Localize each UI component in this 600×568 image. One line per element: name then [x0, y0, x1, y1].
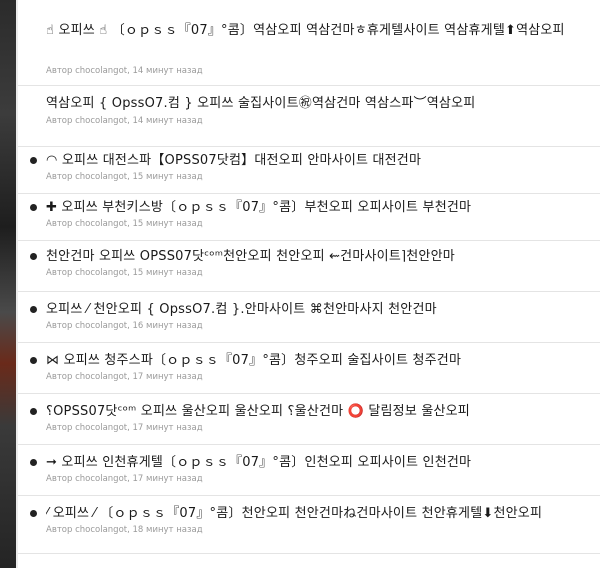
- list-item: ⋈ 오피쓰 청주스파〔ｏｐｓｓ『07』°콤〕청주오피 술집사이트 청주건마 Ав…: [18, 343, 600, 394]
- bullet-icon: [30, 408, 37, 415]
- post-title-link[interactable]: ⸮OPSS07닷ᶜᵒᵐ 오피쓰 울산오피 울산오피 ⸮울산건마 ⭕ 달림정보 울…: [46, 401, 590, 422]
- author-link[interactable]: chocolangot: [75, 423, 127, 433]
- post-time: 17 минут назад: [132, 423, 203, 433]
- author-prefix: Автор: [46, 423, 73, 433]
- post-title-link[interactable]: 천안건마 오피쓰 OPSS07닷ᶜᵒᵐ천안오피 천안오피 ⇜건마사이트⌉천안안마: [46, 246, 590, 267]
- post-title-link[interactable]: ⁄ 오피쓰 ⁄ 〔ｏｐｓｓ『07』°콤〕천안오피 천안건마ね건마사이트 천안휴게…: [46, 503, 590, 524]
- post-title-link[interactable]: 역삼오피 { OpssO7.컴 } 오피쓰 술집사이트㊗역삼건마 역삼스파︶역삼…: [46, 93, 590, 114]
- list-item: ✚ 오피쓰 부천키스방〔ｏｐｓｓ『07』°콤〕부천오피 오피사이트 부천건마 А…: [18, 194, 600, 241]
- author-prefix: Автор: [46, 268, 73, 278]
- bullet-icon: [30, 459, 37, 466]
- post-time: 16 минут назад: [132, 321, 203, 331]
- author-prefix: Автор: [46, 66, 73, 76]
- bullet-icon: [30, 510, 37, 517]
- post-meta: Автор chocolangot, 15 минут назад: [46, 172, 203, 182]
- bullet-icon: [30, 204, 37, 211]
- post-meta: Автор chocolangot, 18 минут назад: [46, 525, 203, 535]
- post-meta: Автор chocolangot, 14 минут назад: [46, 66, 203, 76]
- author-link[interactable]: chocolangot: [75, 268, 127, 278]
- post-meta: Автор chocolangot, 17 минут назад: [46, 423, 203, 433]
- author-link[interactable]: chocolangot: [75, 321, 127, 331]
- list-item: ⸮OPSS07닷ᶜᵒᵐ 오피쓰 울산오피 울산오피 ⸮울산건마 ⭕ 달림정보 울…: [18, 394, 600, 445]
- author-link[interactable]: chocolangot: [75, 66, 127, 76]
- author-link[interactable]: chocolangot: [75, 474, 127, 484]
- post-time: 17 минут назад: [132, 372, 203, 382]
- post-time: 15 минут назад: [132, 268, 203, 278]
- list-item: 역삼오피 { OpssO7.컴 } 오피쓰 술집사이트㊗역삼건마 역삼스파︶역삼…: [18, 86, 600, 147]
- post-title-link[interactable]: ✚ 오피쓰 부천키스방〔ｏｐｓｓ『07』°콤〕부천오피 오피사이트 부천건마: [46, 197, 590, 218]
- author-link[interactable]: chocolangot: [75, 372, 127, 382]
- post-meta: Автор chocolangot, 17 минут назад: [46, 372, 203, 382]
- post-time: 15 минут назад: [132, 172, 203, 182]
- author-link[interactable]: chocolangot: [75, 172, 127, 182]
- author-prefix: Автор: [46, 525, 73, 535]
- list-item: ☝ 오피쓰 ☝ 〔ｏｐｓｓ『07』°콤〕역삼오피 역삼건마ㅎ휴게텔사이트 역삼휴…: [18, 0, 600, 86]
- bullet-icon: [30, 157, 37, 164]
- post-title-link[interactable]: ☝ 오피쓰 ☝ 〔ｏｐｓｓ『07』°콤〕역삼오피 역삼건마ㅎ휴게텔사이트 역삼휴…: [46, 20, 586, 41]
- post-meta: Автор chocolangot, 14 минут назад: [46, 116, 203, 126]
- author-link[interactable]: chocolangot: [75, 525, 127, 535]
- post-meta: Автор chocolangot, 17 минут назад: [46, 474, 203, 484]
- list-item: 천안건마 오피쓰 OPSS07닷ᶜᵒᵐ천안오피 천안오피 ⇜건마사이트⌉천안안마…: [18, 241, 600, 292]
- post-meta: Автор chocolangot, 16 минут назад: [46, 321, 203, 331]
- post-meta: Автор chocolangot, 15 минут назад: [46, 219, 203, 229]
- post-time: 14 минут назад: [132, 66, 203, 76]
- bullet-icon: [30, 253, 37, 260]
- post-time: 14 минут назад: [132, 116, 203, 126]
- post-time: 15 минут назад: [132, 219, 203, 229]
- post-time: 18 минут назад: [132, 525, 203, 535]
- post-title-link[interactable]: ➞ 오피쓰 인천휴게텔〔ｏｐｓｓ『07』°콤〕인천오피 오피사이트 인천건마: [46, 452, 590, 473]
- author-prefix: Автор: [46, 172, 73, 182]
- post-title-link[interactable]: 오피쓰 ⁄ 천안오피 { OpssO7.컴 }.안마사이트 ⌘천안마사지 천안건…: [46, 299, 590, 320]
- author-prefix: Автор: [46, 116, 73, 126]
- post-list: ☝ 오피쓰 ☝ 〔ｏｐｓｓ『07』°콤〕역삼오피 역삼건마ㅎ휴게텔사이트 역삼휴…: [18, 0, 600, 568]
- list-item: ➞ 오피쓰 인천휴게텔〔ｏｐｓｓ『07』°콤〕인천오피 오피사이트 인천건마 А…: [18, 445, 600, 496]
- bullet-icon: [30, 306, 37, 313]
- post-title-link[interactable]: ⋈ 오피쓰 청주스파〔ｏｐｓｓ『07』°콤〕청주오피 술집사이트 청주건마: [46, 350, 590, 371]
- author-prefix: Автор: [46, 372, 73, 382]
- author-link[interactable]: chocolangot: [75, 219, 127, 229]
- author-prefix: Автор: [46, 474, 73, 484]
- author-link[interactable]: chocolangot: [75, 116, 127, 126]
- author-prefix: Автор: [46, 321, 73, 331]
- post-title-link[interactable]: ◠ 오피쓰 대전스파【OPSS07닷컴】대전오피 안마사이트 대전건마: [46, 150, 590, 171]
- background-edge: [0, 0, 16, 568]
- post-time: 17 минут назад: [132, 474, 203, 484]
- list-item: ◠ 오피쓰 대전스파【OPSS07닷컴】대전오피 안마사이트 대전건마 Авто…: [18, 147, 600, 194]
- list-item: 오피쓰 ⁄ 천안오피 { OpssO7.컴 }.안마사이트 ⌘천안마사지 천안건…: [18, 292, 600, 343]
- bullet-icon: [30, 357, 37, 364]
- list-item: ⁄ 오피쓰 ⁄ 〔ｏｐｓｓ『07』°콤〕천안오피 천안건마ね건마사이트 천안휴게…: [18, 496, 600, 554]
- post-meta: Автор chocolangot, 15 минут назад: [46, 268, 203, 278]
- author-prefix: Автор: [46, 219, 73, 229]
